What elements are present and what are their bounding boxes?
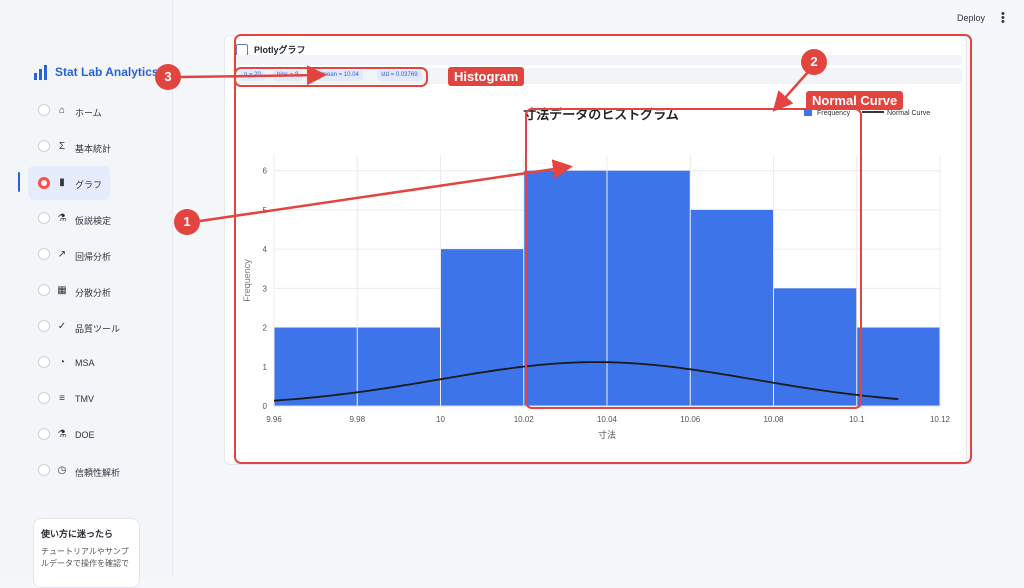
annotation-label-histogram: Histogram: [448, 67, 525, 86]
annotation-label-normal-curve: Normal Curve: [806, 91, 904, 110]
annotation-arrows: [179, 65, 809, 223]
annotation-badge-3: 3: [155, 64, 181, 90]
annotation-badge-2: 2: [801, 49, 827, 75]
annotation-badge-1: 1: [174, 209, 200, 235]
